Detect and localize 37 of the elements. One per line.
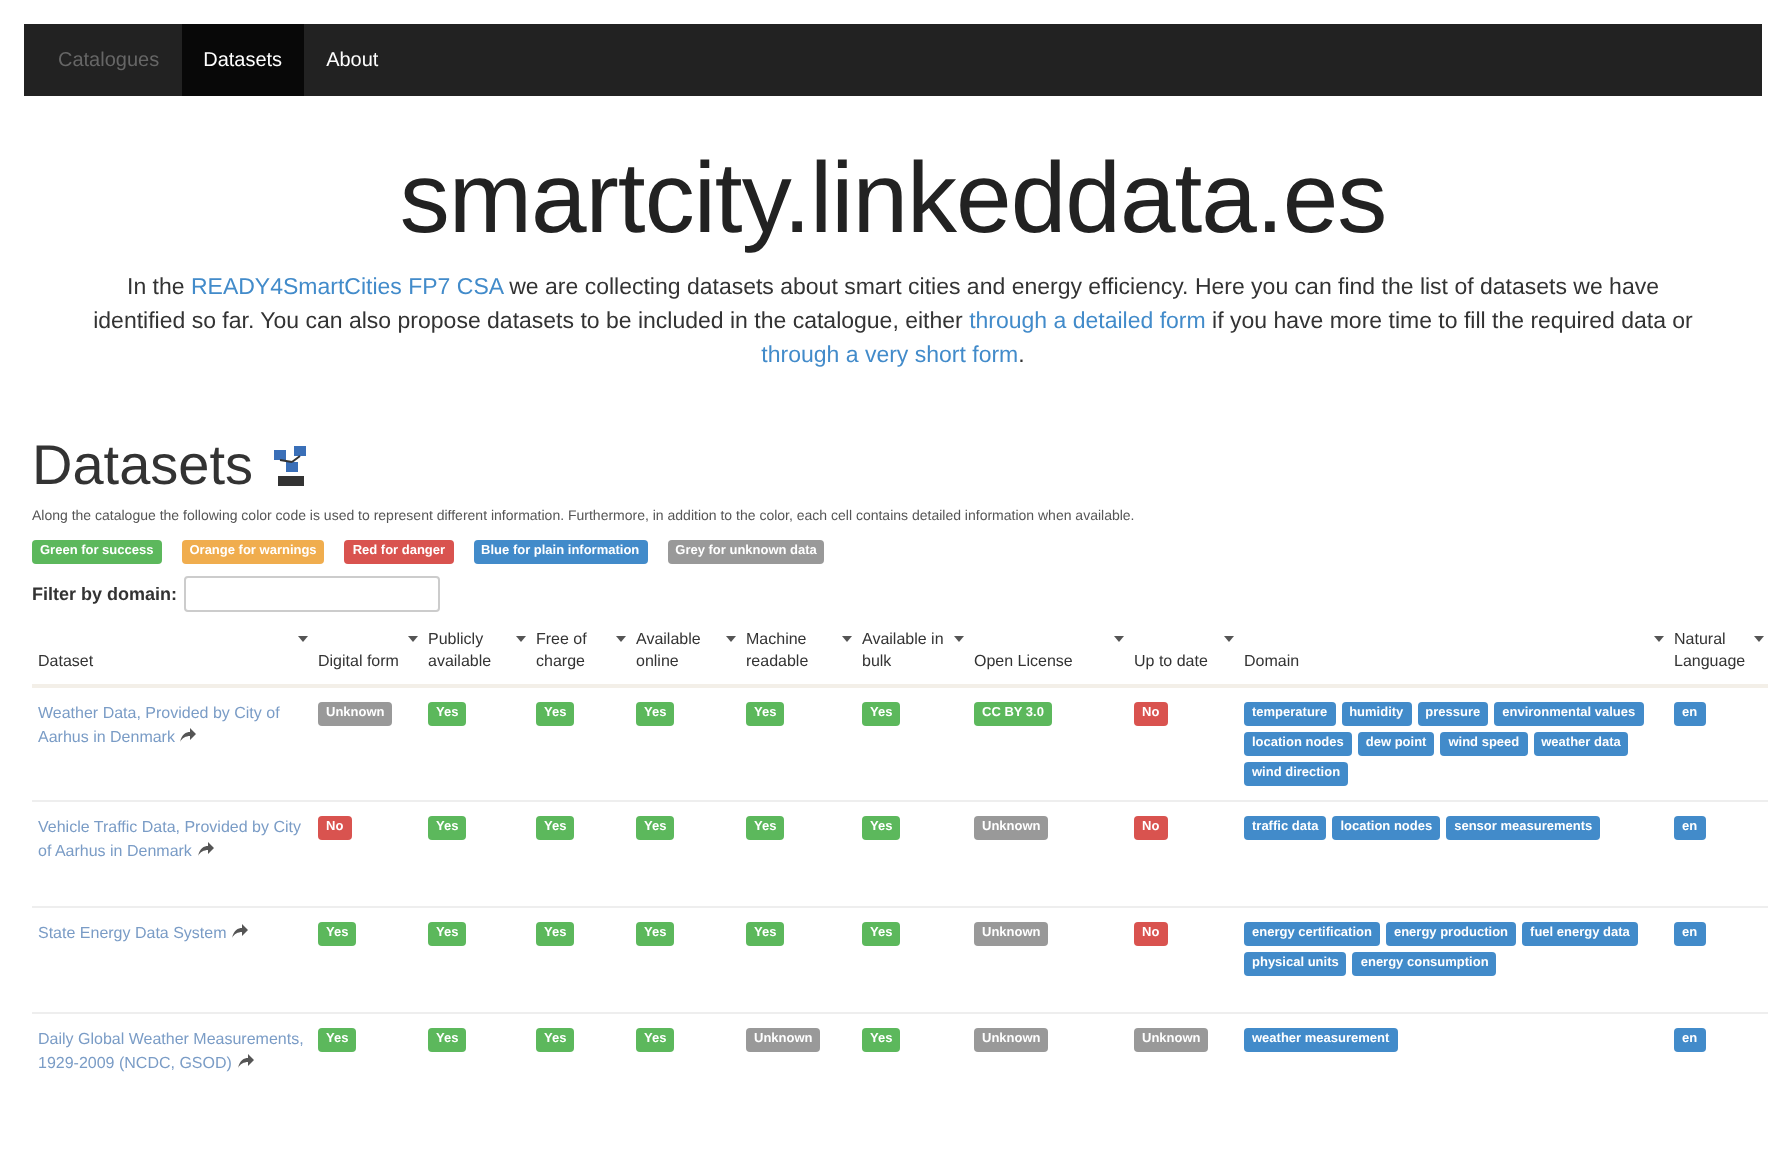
- sort-icon[interactable]: [842, 634, 852, 644]
- column-header[interactable]: Up to date: [1134, 650, 1232, 672]
- sort-icon[interactable]: [616, 634, 626, 644]
- nav-link[interactable]: About: [304, 24, 401, 96]
- sort-icon[interactable]: [298, 634, 308, 644]
- external-link-icon[interactable]: [180, 728, 197, 742]
- column-header[interactable]: Open License: [974, 650, 1122, 672]
- sort-icon[interactable]: [516, 634, 526, 644]
- column-header[interactable]: Available in bulk: [862, 628, 962, 672]
- column-header[interactable]: Free of charge: [536, 628, 624, 672]
- filter-label: Filter by domain:: [32, 584, 178, 604]
- network-icon: [269, 444, 309, 488]
- section-heading: Datasets: [32, 434, 253, 498]
- intro-link[interactable]: through a very short form: [761, 344, 1019, 368]
- column-header[interactable]: Available online: [636, 628, 734, 672]
- nav-link[interactable]: Datasets: [181, 24, 305, 96]
- sort-icon[interactable]: [954, 634, 964, 644]
- external-link-icon[interactable]: [197, 842, 214, 856]
- sort-icon[interactable]: [1114, 634, 1124, 644]
- sort-icon[interactable]: [726, 634, 736, 644]
- sort-icon[interactable]: [1754, 634, 1764, 644]
- sort-icon[interactable]: [1224, 634, 1234, 644]
- site-title: smartcity.linkeddata.es: [397, 140, 1389, 256]
- sort-icon[interactable]: [408, 634, 418, 644]
- column-header[interactable]: Natural Language: [1674, 628, 1762, 672]
- sort-icon[interactable]: [1654, 634, 1664, 644]
- column-header[interactable]: Domain: [1244, 650, 1662, 672]
- external-link-icon[interactable]: [237, 1054, 254, 1068]
- column-header[interactable]: Machine readable: [746, 628, 850, 672]
- column-header[interactable]: Digital form: [318, 650, 416, 672]
- column-header[interactable]: Dataset: [38, 650, 306, 672]
- external-link-icon[interactable]: [232, 924, 249, 938]
- filter-field[interactable]: [183, 576, 440, 612]
- intro-paragraph: In the READY4SmartCities FP7 CSA we are collecting datasets about smart cities and energy efficiency. Here you can find the list of datasets we have identified so far. You can also propose datasets to be included in the catalogue, either through a detailed form if you have more time to fill the required data or through a very short form.: [93, 274, 1693, 372]
- intro-link[interactable]: READY4SmartCities FP7 CSA: [190, 276, 503, 300]
- intro-link[interactable]: through a detailed form: [969, 310, 1206, 334]
- column-header[interactable]: Publicly available: [428, 628, 524, 672]
